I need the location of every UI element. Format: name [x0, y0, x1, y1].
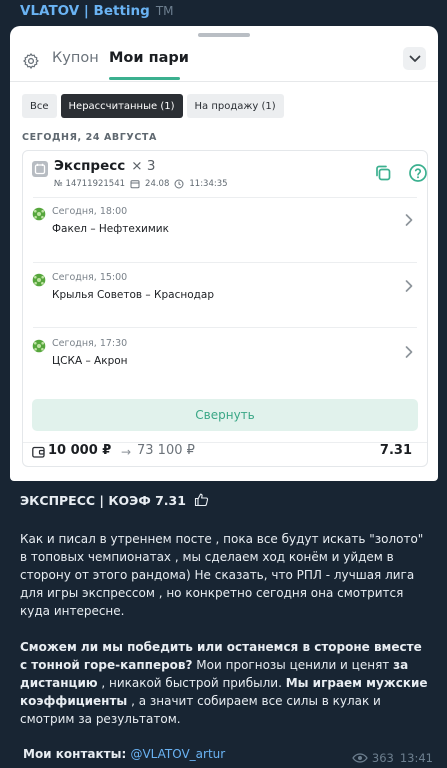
channel-message: VLATOV | Betting TM Купон Мои пари Все Не… — [0, 0, 447, 768]
event-time: Сегодня, 17:30 — [52, 338, 128, 349]
bet-multiplier: × 3 — [131, 158, 156, 174]
post-text-1: Мои прогнозы ценили и ценят — [192, 658, 394, 672]
post-heading: ЭКСПРЕСС | КОЭФ 7.31 — [20, 492, 430, 510]
views-counter: 363 — [352, 751, 394, 765]
message-footer: 363 13:41 — [352, 751, 433, 765]
payout-amount: 73 100 ₽ — [137, 443, 195, 458]
post-paragraph-2: Сможем ли мы победить или останемся в ст… — [20, 638, 430, 728]
bet-meta: № 14711921541 24.08 11:34:35 — [54, 179, 228, 189]
post-text-2: , никакой быстрой прибыли. — [97, 676, 286, 690]
calendar-small-icon — [130, 180, 140, 189]
football-icon — [32, 339, 46, 353]
football-icon — [32, 207, 46, 221]
eye-icon — [352, 753, 368, 763]
date-header: СЕГОДНЯ, 24 АВГУСТА — [22, 132, 157, 143]
help-icon[interactable] — [408, 163, 428, 183]
channel-name[interactable]: VLATOV | Betting TM — [20, 3, 174, 19]
active-tab-indicator — [109, 77, 180, 80]
copy-icon[interactable] — [373, 163, 393, 183]
post-heading-text: ЭКСПРЕСС | КОЭФ 7.31 — [20, 493, 186, 508]
event-row[interactable]: Сегодня, 18:00 Факел – Нефтехимик — [23, 200, 427, 260]
channel-tm: TM — [155, 4, 174, 18]
contacts-label: Мои контакты: — [23, 747, 131, 761]
message-time: 13:41 — [399, 751, 433, 765]
bet-title: Экспресс × 3 — [54, 158, 155, 174]
tab-coupon[interactable]: Купон — [52, 50, 99, 66]
chevron-right-icon — [405, 214, 413, 226]
thumbs-up-icon — [195, 493, 209, 507]
betting-screenshot[interactable]: Купон Мои пари Все Нерассчитанные (1) На… — [10, 26, 438, 481]
card-divider — [33, 262, 417, 263]
bet-type: Экспресс — [54, 158, 126, 174]
channel-name-text[interactable]: VLATOV | Betting — [20, 3, 150, 19]
chevron-right-icon — [405, 280, 413, 292]
bet-number: № 14711921541 — [54, 179, 126, 189]
chevron-down-icon — [409, 55, 420, 62]
bet-time: 11:34:35 — [189, 179, 228, 189]
bet-date: 24.08 — [145, 179, 170, 189]
filter-all[interactable]: Все — [22, 94, 57, 118]
event-time: Сегодня, 18:00 — [52, 206, 128, 217]
stake-amount: 10 000 ₽ — [48, 443, 112, 458]
collapse-panel-button[interactable] — [403, 47, 426, 70]
event-name: Крылья Советов – Краснодар — [52, 289, 214, 301]
gear-icon[interactable] — [22, 52, 40, 70]
calendar-icon — [32, 161, 48, 177]
chevron-right-icon — [405, 346, 413, 358]
total-coefficient: 7.31 — [379, 443, 412, 458]
filter-chips: Все Нерассчитанные (1) На продажу (1) — [22, 94, 284, 118]
views-count: 363 — [371, 751, 394, 765]
event-row[interactable]: Сегодня, 15:00 Крылья Советов – Краснода… — [23, 266, 427, 326]
filter-for-sale[interactable]: На продажу (1) — [186, 94, 284, 118]
arrow-right-icon: → — [121, 445, 132, 459]
event-row[interactable]: Сегодня, 17:30 ЦСКА – Акрон — [23, 332, 427, 392]
event-time: Сегодня, 15:00 — [52, 272, 128, 283]
bet-totals: 10 000 ₽ → 73 100 ₽ 7.31 — [20, 442, 424, 462]
event-name: ЦСКА – Акрон — [52, 355, 128, 367]
clock-icon — [174, 179, 184, 189]
collapse-button[interactable]: Свернуть — [32, 399, 418, 431]
bet-card: Экспресс × 3 № 14711921541 24.08 11:34:35 — [22, 150, 428, 467]
card-divider — [33, 327, 417, 328]
contacts-link[interactable]: @VLATOV_artur — [130, 747, 225, 761]
football-icon — [32, 273, 46, 287]
card-divider — [33, 197, 417, 198]
filter-unsettled[interactable]: Нерассчитанные (1) — [60, 94, 183, 118]
header-divider — [10, 81, 438, 82]
post-paragraph-1: Как и писал в утреннем посте , пока все … — [20, 532, 424, 618]
tab-my-bets[interactable]: Мои пари — [109, 50, 189, 66]
drag-handle[interactable] — [198, 33, 250, 37]
wallet-icon — [32, 446, 45, 458]
event-name: Факел – Нефтехимик — [52, 223, 169, 235]
